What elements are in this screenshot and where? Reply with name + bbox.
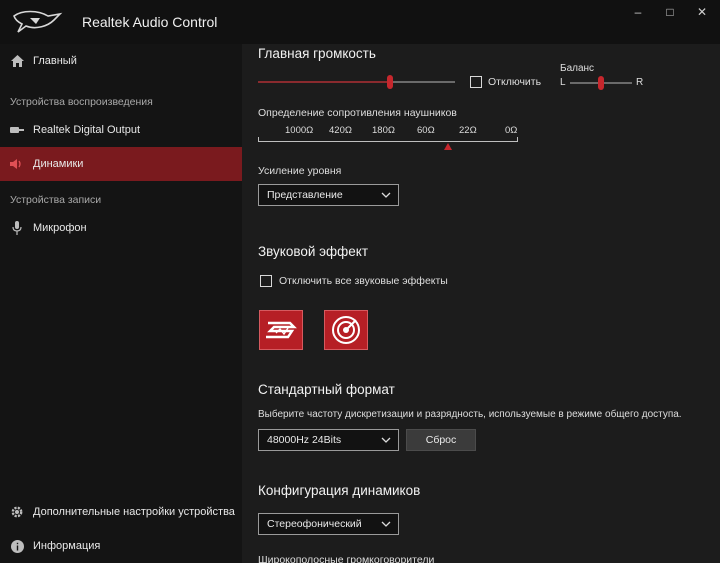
impedance-tick: 0Ω — [505, 125, 518, 136]
sidebar: Главный Устройства воспроизведения Realt… — [0, 44, 242, 563]
speaker-config-title: Конфигурация динамиков — [258, 483, 421, 498]
info-icon — [10, 539, 24, 553]
app-title: Realtek Audio Control — [82, 14, 218, 30]
title-bar: Realtek Audio Control – □ ✕ — [0, 0, 720, 44]
disable-effects-label: Отключить все звуковые эффекты — [279, 275, 448, 287]
sidebar-item-label: Микрофон — [33, 222, 87, 234]
volume-slider[interactable] — [258, 74, 455, 90]
sonic-radar-button[interactable] — [324, 310, 368, 350]
impedance-tick: 22Ω — [459, 125, 477, 136]
sidebar-item-label: Главный — [33, 55, 77, 67]
impedance-tick-mark — [258, 137, 259, 142]
close-button[interactable]: ✕ — [687, 4, 717, 20]
minimize-button[interactable]: – — [623, 4, 653, 20]
microphone-icon — [10, 221, 24, 235]
balance-slider-thumb[interactable] — [598, 76, 604, 90]
impedance-tick: 1000Ω — [285, 125, 314, 136]
impedance-indicator — [444, 143, 452, 150]
mute-label: Отключить — [488, 76, 542, 88]
chevron-down-icon — [381, 521, 391, 527]
sidebar-item-info[interactable]: Информация — [0, 529, 242, 563]
sound-effect-title: Звуковой эффект — [258, 244, 369, 259]
sidebar-item-label: Информация — [33, 540, 101, 552]
sidebar-item-speakers[interactable]: Динамики — [0, 147, 242, 181]
balance-label: Баланс — [560, 63, 595, 74]
volume-slider-thumb[interactable] — [387, 75, 393, 89]
sidebar-item-digital-output[interactable]: Realtek Digital Output — [0, 113, 242, 147]
sample-rate-dropdown[interactable]: 48000Hz 24Bits — [258, 429, 399, 451]
sidebar-item-label: Realtek Digital Output — [33, 124, 140, 136]
default-format-title: Стандартный формат — [258, 382, 395, 397]
gear-icon — [10, 505, 24, 519]
balance-left-label: L — [560, 77, 566, 88]
disable-effects-checkbox[interactable] — [260, 275, 272, 287]
impedance-axis — [258, 141, 518, 142]
playback-section-label: Устройства воспроизведения — [10, 96, 153, 108]
maximize-button[interactable]: □ — [655, 4, 685, 20]
impedance-tick-mark — [517, 137, 518, 142]
chevron-down-icon — [381, 437, 391, 443]
sample-rate-value: 48000Hz 24Bits — [267, 434, 342, 446]
impedance-tick: 420Ω — [329, 125, 352, 136]
volume-slider-rest — [388, 81, 455, 83]
speaker-config-dropdown[interactable]: Стереофонический — [258, 513, 399, 535]
sonic-radar-icon — [332, 316, 360, 344]
reset-button[interactable]: Сброс — [406, 429, 476, 451]
digital-output-icon — [10, 123, 24, 137]
main-panel: Главная громкость Отключить Баланс L R О… — [242, 44, 720, 563]
recording-section-label: Устройства записи — [10, 194, 102, 206]
chevron-down-icon — [381, 192, 391, 198]
impedance-scale: 1000Ω 420Ω 180Ω 60Ω 22Ω 0Ω — [258, 125, 518, 145]
sidebar-item-home[interactable]: Главный — [0, 44, 242, 78]
master-volume-title: Главная громкость — [258, 46, 376, 61]
speaker-icon — [10, 157, 24, 171]
sidebar-item-label: Динамики — [33, 158, 84, 170]
impedance-tick: 180Ω — [372, 125, 395, 136]
balance-right-label: R — [636, 77, 644, 88]
balance-slider[interactable] — [570, 75, 632, 91]
fullrange-speakers-label: Широкополосные громкоговорители — [258, 554, 435, 563]
sidebar-item-microphone[interactable]: Микрофон — [0, 211, 242, 245]
sonic-studio-button[interactable] — [259, 310, 303, 350]
level-boost-dropdown[interactable]: Представление — [258, 184, 399, 206]
level-boost-title: Усиление уровня — [258, 165, 342, 177]
impedance-title: Определение сопротивления наушников — [258, 107, 457, 119]
level-boost-value: Представление — [267, 189, 343, 201]
rog-logo-icon — [8, 6, 66, 38]
sidebar-item-advanced-settings[interactable]: Дополнительные настройки устройства — [0, 495, 242, 529]
mute-checkbox[interactable] — [470, 76, 482, 88]
impedance-tick: 60Ω — [417, 125, 435, 136]
volume-slider-fill — [258, 81, 388, 83]
speaker-config-value: Стереофонический — [267, 518, 362, 530]
sidebar-item-label: Дополнительные настройки устройства — [33, 506, 235, 518]
home-icon — [10, 54, 24, 68]
default-format-description: Выберите частоту дискретизации и разрядн… — [258, 409, 682, 420]
sonic-studio-icon — [266, 321, 297, 339]
